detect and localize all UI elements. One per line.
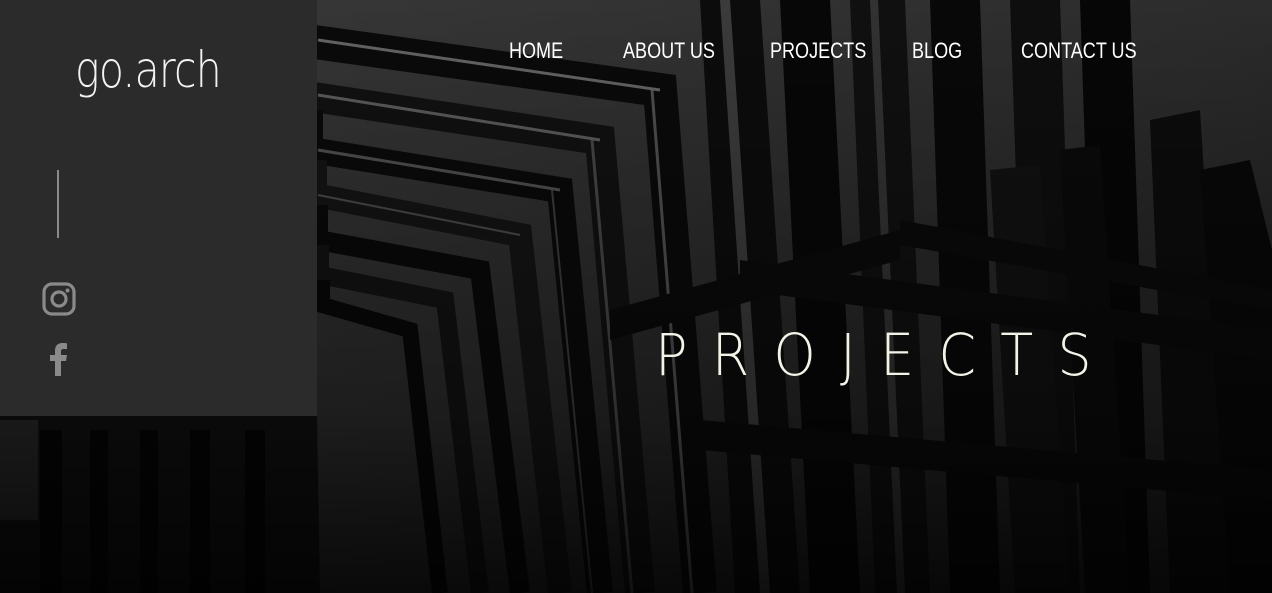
nav-projects[interactable]: PROJECTS [770, 36, 866, 66]
panel-divider [57, 170, 59, 238]
side-panel: go.arch [0, 0, 317, 416]
nav-about-us[interactable]: ABOUT US [623, 36, 715, 66]
facebook-icon[interactable] [41, 340, 77, 376]
nav-blog[interactable]: BLOG [912, 36, 962, 66]
page-title: PROJECTS [655, 321, 1116, 389]
nav-home[interactable]: HOME [509, 36, 563, 66]
page: go.arch HOME ABOUT US PROJECTS BLOG CONT… [0, 0, 1272, 593]
instagram-icon[interactable] [41, 281, 77, 317]
logo[interactable]: go.arch [27, 38, 270, 102]
nav-contact-us[interactable]: CONTACT US [1021, 36, 1137, 66]
